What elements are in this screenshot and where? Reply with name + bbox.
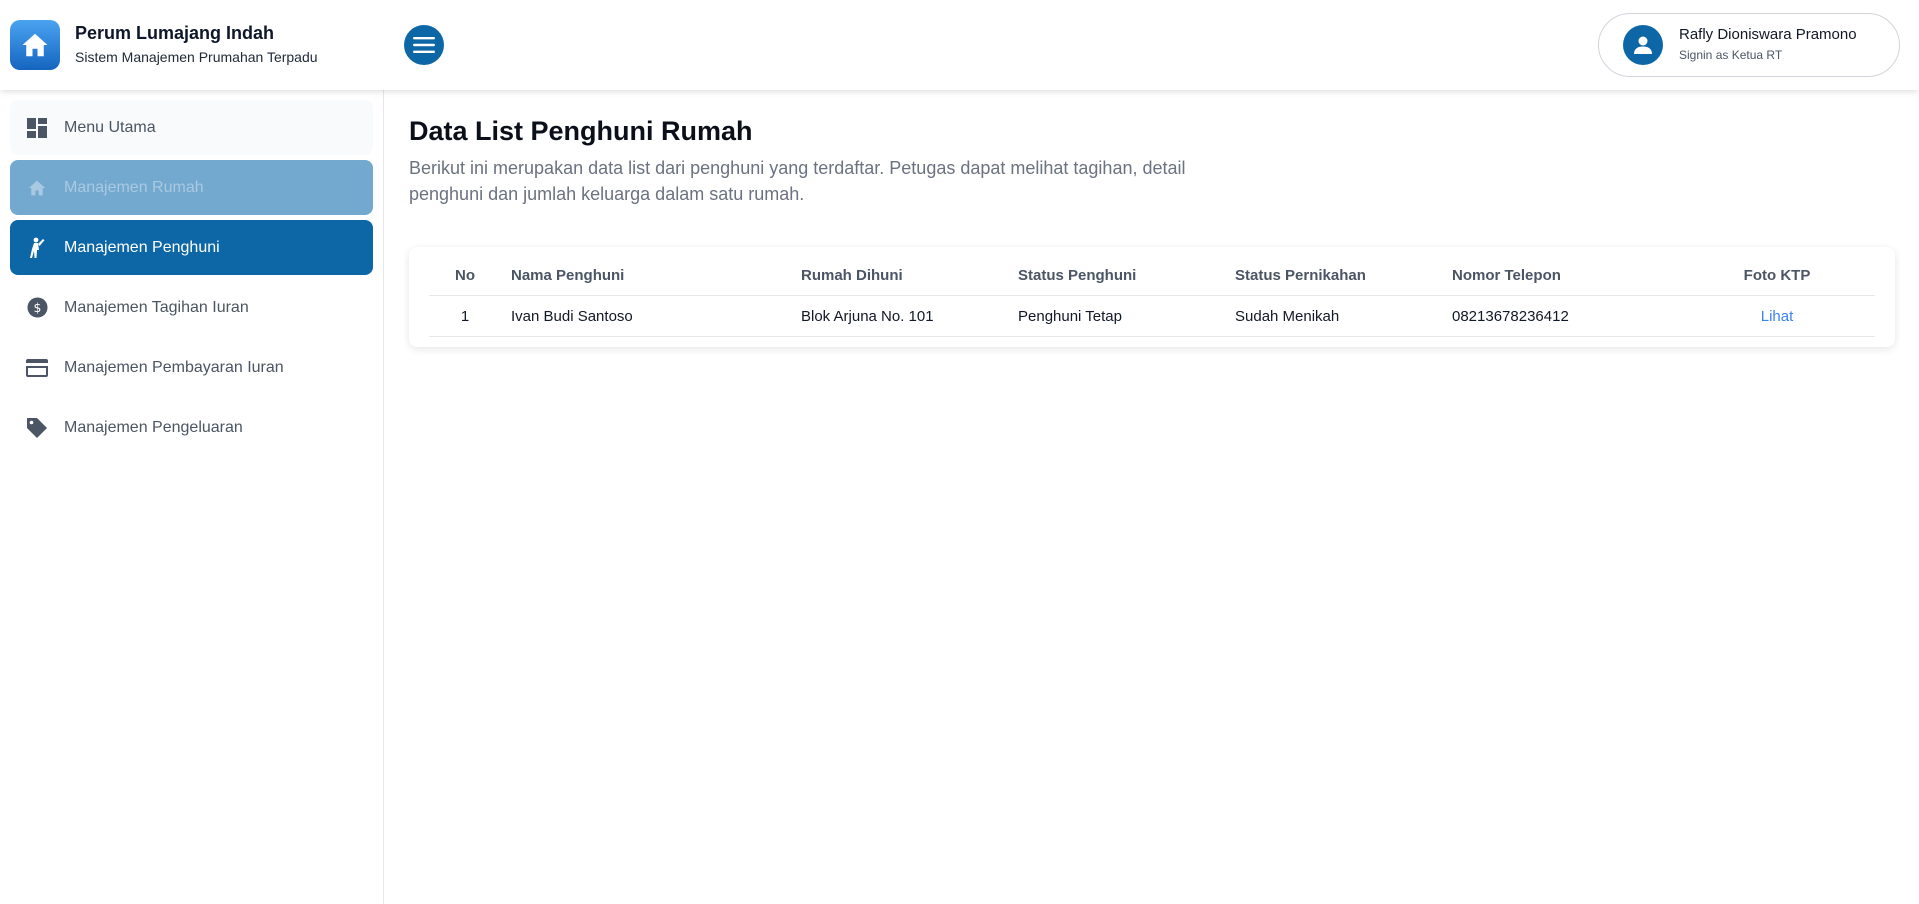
tag-icon	[26, 417, 48, 439]
sidebar-item-label: Menu Utama	[64, 118, 156, 136]
column-header-nomor-telepon: Nomor Telepon	[1452, 267, 1561, 284]
sidebar-item-manajemen-rumah[interactable]: Manajemen Rumah	[10, 160, 373, 215]
column-header-no: No	[455, 267, 475, 284]
sidebar-item-manajemen-tagihan-iuran[interactable]: $ Manajemen Tagihan Iuran	[10, 280, 373, 335]
table-row: 1 Ivan Budi Santoso Blok Arjuna No. 101 …	[429, 296, 1875, 337]
user-role: Signin as Ketua RT	[1679, 48, 1783, 62]
cell-status-pernikahan: Sudah Menikah	[1235, 308, 1340, 325]
user-icon	[1623, 25, 1663, 65]
menu-toggle-button[interactable]	[404, 25, 444, 65]
sidebar-item-label: Manajemen Pembayaran Iuran	[64, 358, 284, 376]
column-header-nama-penghuni: Nama Penghuni	[511, 267, 625, 284]
sidebar-item-manajemen-penghuni[interactable]: Manajemen Penghuni	[10, 220, 373, 275]
user-name: Rafly Dioniswara Pramono	[1679, 26, 1857, 43]
residents-table: No Nama Penghuni Rumah Dihuni Status Pen…	[409, 247, 1895, 347]
column-header-rumah-dihuni: Rumah Dihuni	[801, 267, 903, 284]
sidebar-item-label: Manajemen Rumah	[64, 178, 204, 196]
view-ktp-link[interactable]: Lihat	[1761, 308, 1794, 325]
table-header-row: No Nama Penghuni Rumah Dihuni Status Pen…	[429, 255, 1875, 296]
sidebar: Menu Utama Manajemen Rumah Manajemen Pen…	[0, 90, 384, 904]
column-header-foto-ktp: Foto KTP	[1743, 267, 1811, 284]
sidebar-item-manajemen-pembayaran-iuran[interactable]: Manajemen Pembayaran Iuran	[10, 340, 373, 395]
cell-status-penghuni: Penghuni Tetap	[1018, 308, 1122, 325]
user-profile-button[interactable]: Rafly Dioniswara Pramono Signin as Ketua…	[1598, 13, 1900, 77]
home-icon	[26, 177, 48, 199]
credit-card-icon	[26, 357, 48, 379]
svg-text:$: $	[33, 300, 41, 315]
sidebar-item-manajemen-pengeluaran[interactable]: Manajemen Pengeluaran	[10, 400, 373, 455]
cell-foto-ktp: Lihat	[1719, 296, 1835, 337]
column-header-status-pernikahan: Status Pernikahan	[1235, 267, 1366, 284]
dashboard-icon	[26, 117, 48, 139]
page-title: Data List Penghuni Rumah	[409, 116, 753, 146]
cell-nomor-telepon: 08213678236412	[1452, 308, 1569, 325]
column-header-status-penghuni: Status Penghuni	[1018, 267, 1137, 284]
sidebar-item-label: Manajemen Pengeluaran	[64, 418, 243, 436]
dollar-circle-icon: $	[26, 297, 48, 319]
cell-nama-penghuni: Ivan Budi Santoso	[511, 308, 633, 325]
person-waving-icon	[26, 237, 48, 259]
page-description: Berikut ini merupakan data list dari pen…	[409, 158, 1186, 204]
app-subtitle: Sistem Manajemen Prumahan Terpadu	[75, 49, 318, 65]
hamburger-icon	[413, 37, 435, 53]
home-logo-icon	[10, 20, 60, 70]
sidebar-item-label: Manajemen Penghuni	[64, 238, 220, 256]
app-title: Perum Lumajang Indah	[75, 23, 275, 43]
top-header: Perum Lumajang Indah Sistem Manajemen Pr…	[0, 0, 1919, 90]
sidebar-item-menu-utama[interactable]: Menu Utama	[10, 100, 373, 155]
cell-no: 1	[460, 308, 470, 325]
cell-rumah-dihuni: Blok Arjuna No. 101	[801, 308, 934, 325]
sidebar-item-label: Manajemen Tagihan Iuran	[64, 298, 249, 316]
